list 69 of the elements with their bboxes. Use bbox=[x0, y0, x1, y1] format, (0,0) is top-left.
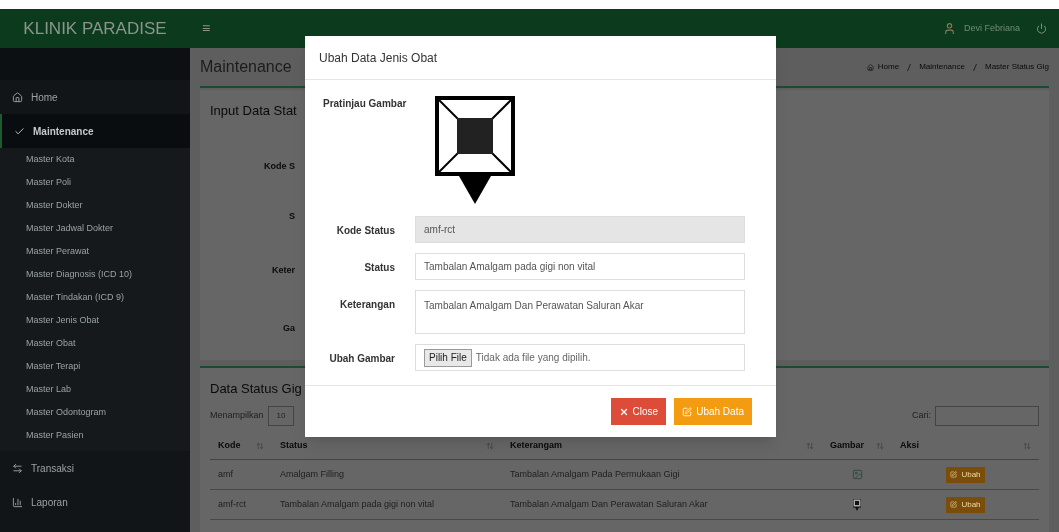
user-avatar-icon bbox=[942, 22, 956, 35]
close-icon bbox=[618, 406, 629, 417]
field-label: Kode Status bbox=[335, 224, 396, 238]
field-label: Status bbox=[363, 261, 396, 275]
panel-title: Data Status Gig bbox=[210, 381, 302, 396]
table-cell-text: amf-rct bbox=[217, 497, 247, 511]
edit-button[interactable]: Ubah bbox=[946, 496, 985, 513]
submenu-item[interactable]: Master Tindakan (ICD 9) bbox=[0, 286, 190, 309]
chart-icon bbox=[12, 496, 23, 508]
field-label: Keterangan bbox=[339, 298, 396, 312]
field-label: Pratinjau Gambar bbox=[322, 97, 408, 111]
close-button[interactable]: Close bbox=[610, 398, 667, 425]
submenu-item[interactable]: Master Dokter bbox=[0, 194, 190, 217]
submenu-item[interactable]: Master Kota bbox=[0, 148, 190, 171]
submenu-item[interactable]: Master Perawat bbox=[0, 240, 190, 263]
form-label: Kode S bbox=[264, 161, 295, 171]
submenu-item[interactable]: Master Poli bbox=[0, 171, 190, 194]
page-title: Maintenance bbox=[200, 57, 292, 77]
edit-button[interactable]: Ubah bbox=[946, 466, 985, 483]
submenu-item[interactable]: Master Lab bbox=[0, 378, 190, 401]
input-field[interactable]: Tambalan Amalgam pada gigi non vital bbox=[415, 253, 745, 280]
submenu-item[interactable]: Master Jadwal Dokter bbox=[0, 217, 190, 240]
panel-title: Input Data Stat bbox=[210, 103, 297, 118]
search-label: Cari: bbox=[912, 409, 931, 423]
table-cell-text: amf bbox=[217, 467, 234, 481]
submenu-item[interactable]: Master Obat bbox=[0, 332, 190, 355]
sort-icon[interactable] bbox=[256, 441, 264, 450]
home-icon bbox=[866, 63, 874, 71]
sort-icon[interactable] bbox=[1023, 441, 1031, 450]
search-field[interactable] bbox=[935, 406, 1039, 426]
form-label: S bbox=[289, 211, 295, 221]
choose-file-button[interactable]: Pilih File bbox=[424, 348, 472, 367]
submenu-item[interactable]: Master Terapi bbox=[0, 355, 190, 378]
edit-icon bbox=[682, 406, 693, 417]
file-field[interactable]: Pilih File Tidak ada file yang dipilih. bbox=[415, 344, 745, 371]
home-icon bbox=[12, 91, 23, 103]
form-label: Ga bbox=[283, 323, 295, 333]
power-icon[interactable] bbox=[1036, 23, 1047, 34]
sidebar-item[interactable]: Home bbox=[0, 80, 190, 114]
table-cell-text: Tambalan Amalgam pada gigi non vital bbox=[279, 497, 436, 511]
breadcrumb-separator-icon bbox=[907, 63, 912, 71]
textarea-field[interactable]: Tambalan Amalgam Dan Perawatan Saluran Akar bbox=[415, 290, 745, 334]
brand-title: KLINIK PARADISE bbox=[23, 17, 167, 40]
sort-icon[interactable] bbox=[876, 441, 884, 450]
sidebar-item[interactable]: Maintenance bbox=[0, 114, 190, 148]
edit-icon bbox=[950, 501, 958, 508]
field-label: Ubah Gambar bbox=[328, 352, 396, 366]
submenu-item[interactable]: Master Jenis Obat bbox=[0, 309, 190, 332]
table-cell-text: Tambalan Amalgam Pada Permukaan Gigi bbox=[509, 467, 681, 481]
menu-toggle[interactable]: ≡ bbox=[202, 18, 211, 39]
breadcrumb-separator-icon bbox=[972, 63, 977, 71]
submenu-item[interactable]: Master Diagnosis (ICD 10) bbox=[0, 263, 190, 286]
show-label: Menampilkan bbox=[210, 409, 264, 423]
table-cell-text: Amalgam Filling bbox=[279, 467, 346, 481]
file-status-text: Tidak ada file yang dipilih. bbox=[475, 351, 591, 365]
sort-icon[interactable] bbox=[806, 441, 814, 450]
sort-icon[interactable] bbox=[486, 441, 494, 450]
sidebar-item[interactable]: Transaksi bbox=[0, 451, 190, 485]
marker-icon bbox=[853, 498, 861, 511]
dialog-title: Ubah Data Jenis Obat bbox=[319, 49, 438, 67]
user-name[interactable]: Devi Febriana bbox=[963, 21, 1020, 36]
submenu-item[interactable]: Master Pasien bbox=[0, 424, 190, 447]
image-icon bbox=[851, 469, 863, 480]
check-icon bbox=[14, 125, 25, 137]
sidebar-item[interactable]: Laporan bbox=[0, 485, 190, 519]
edit-icon bbox=[950, 471, 958, 478]
form-label: Keter bbox=[272, 265, 295, 275]
submenu-item[interactable]: Master Odontogram bbox=[0, 401, 190, 424]
arrows-icon bbox=[12, 462, 23, 474]
